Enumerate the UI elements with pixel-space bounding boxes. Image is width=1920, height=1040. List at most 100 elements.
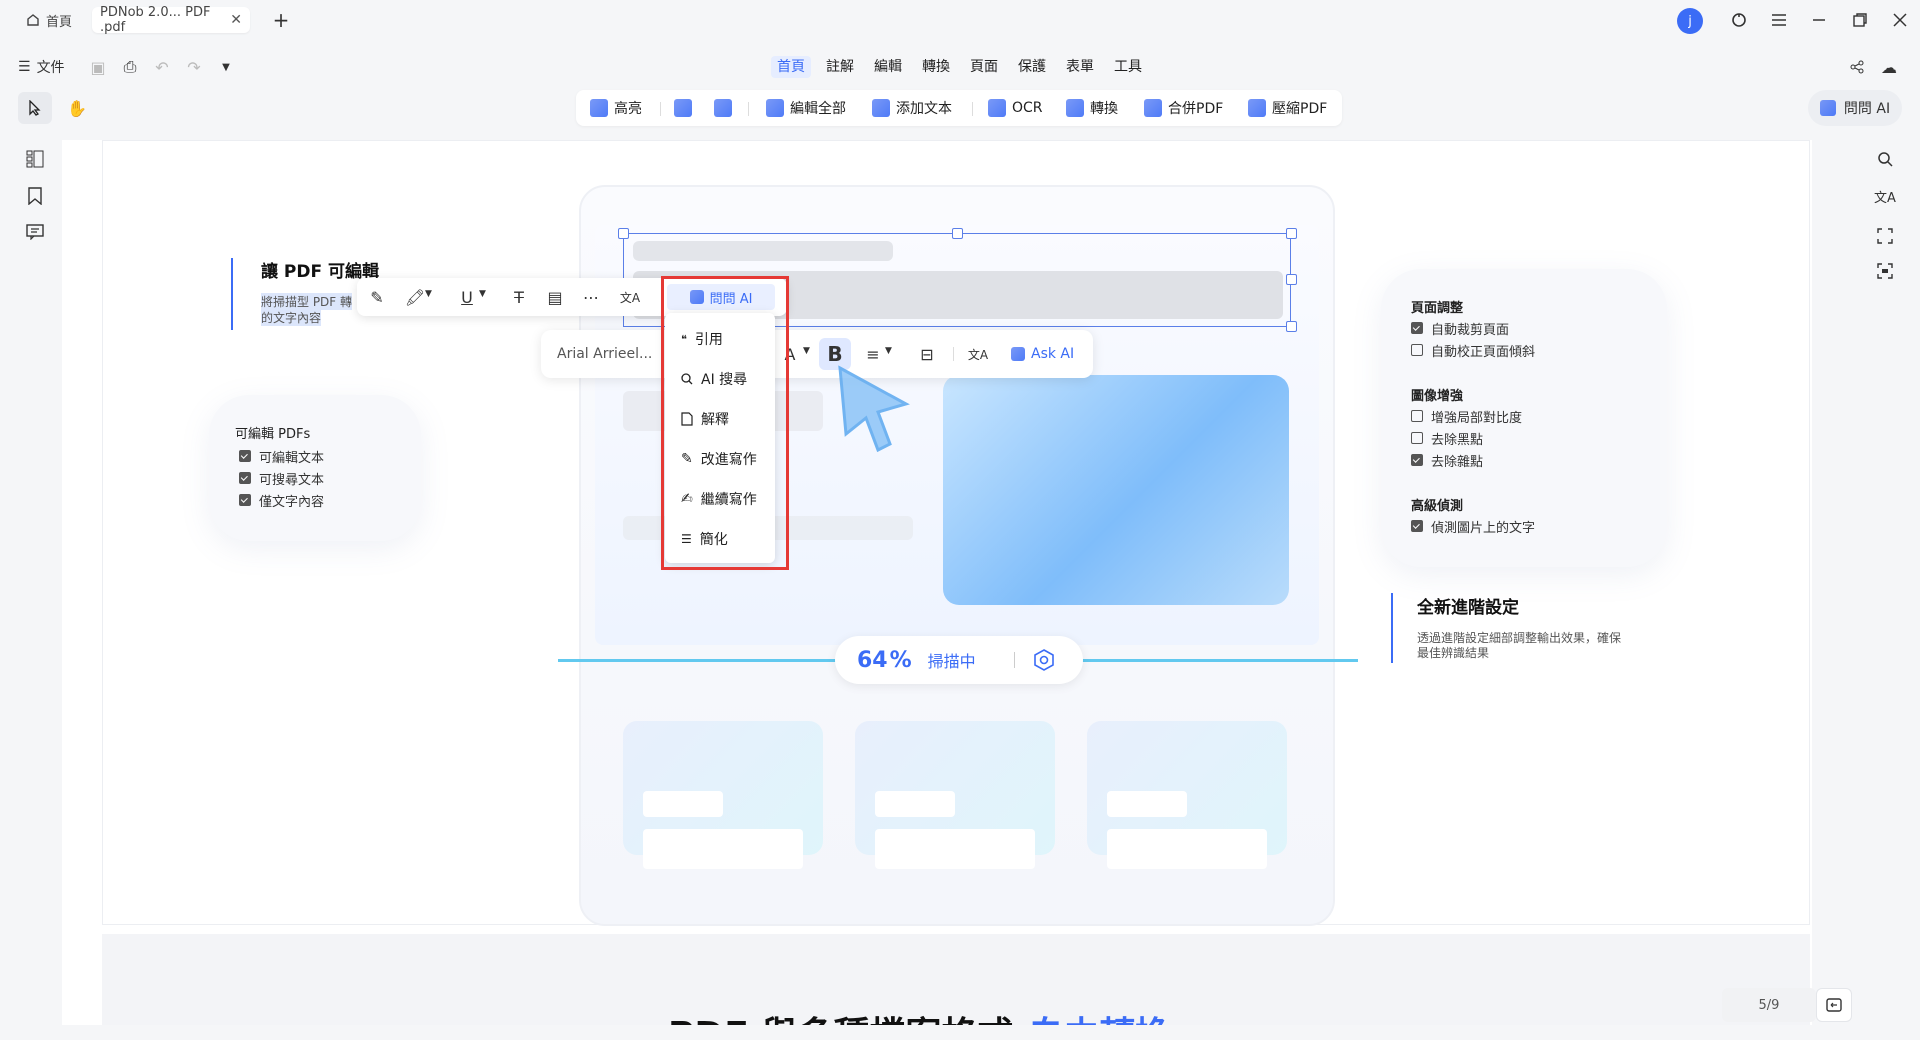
merge-pdf-tool[interactable]: 合併PDF [1144, 98, 1223, 118]
tab-home[interactable]: 首頁 [18, 7, 80, 33]
font-family-value: Arial Arrieel... [557, 346, 653, 362]
pdf-page: 64 % 掃描中 讓 PDF 可編輯 將掃描型 PDF 轉 的文字內容 可編輯 … [62, 140, 1812, 1025]
menu-tools[interactable]: 工具 [1114, 56, 1142, 78]
ocr-tool[interactable]: OCR [988, 98, 1043, 118]
highlighter-dropdown-icon[interactable]: ▼ [425, 289, 432, 299]
editable-card-title: 可編輯 PDFs [235, 427, 311, 442]
edit-all-label: 編輯全部 [790, 101, 846, 117]
ask-ai-label: 問問 AI [1843, 101, 1891, 117]
tab-document[interactable]: PDNob 2.0... PDF .pdf ✕ [92, 5, 250, 35]
settings-gear-icon [1033, 649, 1055, 671]
underline-marker-icon [674, 99, 692, 117]
undo-icon[interactable]: ↶ [152, 57, 172, 77]
redo-icon[interactable]: ↷ [184, 57, 204, 77]
align-dropdown-icon[interactable]: ▼ [885, 346, 892, 356]
resize-handle[interactable] [952, 228, 963, 239]
text-settings-icon[interactable]: ⊟ [917, 344, 937, 364]
compress-pdf-tool[interactable]: 壓縮PDF [1248, 98, 1327, 118]
resize-handle[interactable] [1286, 321, 1297, 332]
menu-edit[interactable]: 編輯 [874, 56, 902, 78]
edit-all-tool[interactable]: 編輯全部 [766, 98, 846, 118]
thumbnails-icon[interactable] [24, 148, 46, 170]
highlight-annotation-box [661, 276, 789, 570]
minimize-icon[interactable] [1808, 9, 1830, 31]
tab-home-label: 首頁 [46, 14, 73, 30]
menu-annotate[interactable]: 註解 [826, 56, 854, 78]
menu-form[interactable]: 表單 [1066, 56, 1094, 78]
new-tab-button[interactable]: + [270, 8, 292, 32]
option-detect-text-in-images: 偵測圖片上的文字 [1411, 515, 1535, 537]
close-icon[interactable]: ✕ [230, 12, 242, 28]
translate-icon[interactable]: 文A [1874, 185, 1896, 207]
underline-tool[interactable] [674, 98, 692, 118]
highlight-label: 高亮 [614, 101, 642, 117]
title-bar: 首頁 PDNob 2.0... PDF .pdf ✕ + j [0, 0, 1920, 40]
select-tool-icon[interactable] [18, 92, 52, 124]
page-indicator[interactable]: 5/9 [1722, 988, 1816, 1022]
editable-item: 僅文字內容 [239, 489, 324, 511]
file-menu-button[interactable]: ☰ 文件 [18, 56, 65, 78]
edit-pen-icon[interactable]: ✎ [367, 287, 387, 307]
progress-unit: % [889, 647, 912, 673]
hamburger-menu-icon[interactable] [1768, 9, 1790, 31]
resize-handle[interactable] [618, 228, 629, 239]
highlight-tool[interactable]: 高亮 [590, 98, 642, 118]
underline-dropdown-icon[interactable]: ▼ [479, 289, 486, 299]
add-text-tool[interactable]: 添加文本 [872, 98, 952, 118]
comment-icon[interactable]: ▤ [545, 287, 565, 307]
ocr-scan-icon[interactable] [1874, 260, 1896, 282]
screenshot-icon[interactable] [1874, 225, 1896, 247]
convert-tool[interactable]: 轉換 [1066, 98, 1118, 118]
save-icon[interactable]: ▣ [88, 57, 108, 77]
avatar[interactable]: j [1677, 8, 1703, 34]
checkbox-checked-icon [239, 494, 251, 506]
section-advanced-detect: 高級偵測 [1411, 499, 1464, 514]
eraser-tool[interactable] [714, 98, 732, 118]
compress-icon [1248, 99, 1266, 117]
fit-page-icon[interactable] [1816, 988, 1852, 1022]
bookmark-icon[interactable] [24, 185, 46, 207]
print-icon[interactable]: ⎙ [120, 57, 140, 77]
progress-value: 64 [857, 647, 888, 673]
ask-ai-button[interactable]: 問問 AI [1808, 90, 1902, 126]
translate-icon[interactable]: 文A [619, 287, 641, 307]
ask-ai-en-label: Ask AI [1031, 346, 1075, 362]
cursor-illustration-icon [836, 364, 916, 454]
scan-progress-pill: 64 % 掃描中 [835, 636, 1083, 684]
search-icon[interactable] [1874, 148, 1896, 170]
option-contrast: 增強局部對比度 [1411, 405, 1522, 427]
hand-tool-icon[interactable]: ✋ [60, 92, 94, 124]
menu-convert[interactable]: 轉換 [922, 56, 950, 78]
font-family-select[interactable]: Arial Arrieel... [557, 344, 652, 364]
editable-item: 可搜尋文本 [239, 467, 324, 489]
checkbox-checked-icon [1411, 520, 1423, 532]
menu-home[interactable]: 首頁 [771, 56, 811, 78]
quick-access-dropdown-icon[interactable]: ▼ [216, 57, 236, 77]
resize-handle[interactable] [1286, 274, 1297, 285]
menu-protect[interactable]: 保護 [1018, 56, 1046, 78]
option-denoise: 去除雜點 [1411, 449, 1522, 471]
cloud-icon[interactable]: ☁ [1879, 57, 1899, 77]
window-close-icon[interactable] [1889, 9, 1911, 31]
resize-handle[interactable] [1286, 228, 1297, 239]
section-image-enhance: 圖像增強 [1411, 389, 1464, 404]
comment-icon[interactable] [24, 221, 46, 243]
heading-accent-bar [231, 258, 233, 330]
settings-card: 頁面調整 自動裁剪頁面 自動校正頁面傾斜 圖像增強 增強局部對比度 去除黑點 去… [1381, 269, 1667, 567]
align-icon[interactable]: ≡ [863, 344, 883, 364]
checkbox-unchecked-icon [1411, 410, 1423, 422]
highlight-icon [590, 99, 608, 117]
translate-icon[interactable]: 文A [967, 344, 989, 364]
ask-ai-en-button[interactable]: Ask AI [1011, 344, 1074, 364]
more-icon[interactable]: ⋯ [581, 287, 601, 307]
strikethrough-icon[interactable]: T [509, 287, 529, 307]
font-color-dropdown-icon[interactable]: ▼ [803, 346, 810, 356]
file-menu-label: 文件 [36, 60, 65, 76]
convert-icon [1066, 99, 1084, 117]
highlighter-icon[interactable]: 🖍 [405, 287, 425, 307]
share-icon[interactable] [1847, 57, 1867, 77]
menu-page[interactable]: 頁面 [970, 56, 998, 78]
restore-icon[interactable] [1849, 9, 1871, 31]
underline-icon[interactable]: U [457, 287, 477, 307]
support-icon[interactable] [1728, 9, 1750, 31]
